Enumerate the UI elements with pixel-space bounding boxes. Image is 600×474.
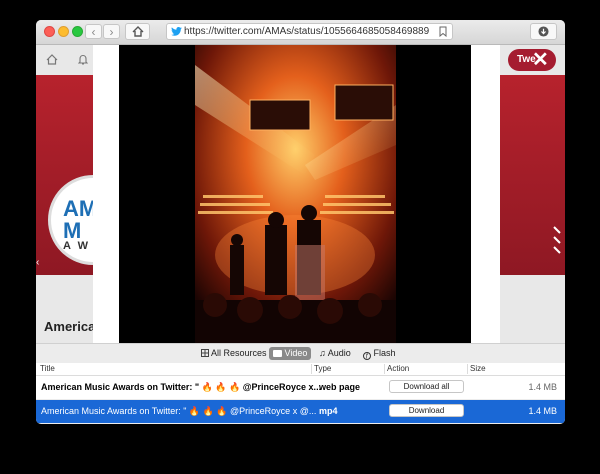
ama-logo-subtext: A W <box>63 240 90 252</box>
column-divider <box>384 364 385 374</box>
title-bar: ‹ › https://twitter.com/AMAs/status/1055… <box>36 20 565 45</box>
bookmark-icon[interactable] <box>439 26 447 37</box>
row-title: American Music Awards on Twitter: " 🔥 🔥 … <box>41 382 322 392</box>
column-header-size[interactable]: Size <box>470 364 486 373</box>
forward-button[interactable]: › <box>103 24 120 39</box>
column-header-type[interactable]: Type <box>314 364 331 373</box>
flash-icon: ƒ <box>363 352 371 360</box>
download-circle-icon <box>538 26 549 37</box>
scope-label: Audio <box>327 348 351 358</box>
home-outline-icon[interactable] <box>46 54 58 65</box>
column-divider <box>311 364 312 374</box>
chevron-right-icon[interactable] <box>552 225 562 255</box>
url-text: https://twitter.com/AMAs/status/10556646… <box>184 26 430 37</box>
scope-video[interactable]: Video <box>269 347 312 360</box>
home-icon <box>132 26 143 37</box>
address-bar[interactable]: https://twitter.com/AMAs/status/10556646… <box>166 23 453 40</box>
minimize-window-button[interactable] <box>58 26 69 37</box>
page-right-background: Twe ✕ <box>500 45 565 343</box>
row-size: 1.4 MB <box>528 382 557 392</box>
scope-label: Flash <box>373 348 396 358</box>
chevron-right-icon: › <box>109 25 114 39</box>
row-title: American Music Awards on Twitter: " 🔥 🔥 … <box>41 406 317 416</box>
video-player[interactable] <box>119 45 471 343</box>
column-header-title[interactable]: Title <box>40 364 55 373</box>
column-divider <box>467 364 468 374</box>
scope-flash[interactable]: ƒ Flash <box>363 347 396 360</box>
page-left-background: AME M A W ‹ American <box>36 45 138 343</box>
home-button[interactable] <box>125 23 150 40</box>
scope-label: Video <box>284 348 308 358</box>
row-type: mp4 <box>319 406 338 416</box>
scope-all-resources[interactable]: All Resources <box>201 347 267 360</box>
close-overlay-icon[interactable]: ✕ <box>532 50 549 70</box>
scope-audio[interactable]: ♫ Audio <box>319 347 351 360</box>
scope-label: All Resources <box>211 348 267 358</box>
video-frame[interactable] <box>195 45 396 343</box>
row-type: web page <box>319 382 361 392</box>
back-button[interactable]: ‹ <box>85 24 102 39</box>
row-size: 1.4 MB <box>528 406 557 416</box>
table-header: Title Type Action Size <box>36 363 565 376</box>
table-row[interactable]: American Music Awards on Twitter: " 🔥 🔥 … <box>36 376 565 399</box>
browser-window: ‹ › https://twitter.com/AMAs/status/1055… <box>36 20 565 424</box>
table-row-selected[interactable]: American Music Awards on Twitter: " 🔥 🔥 … <box>36 400 565 423</box>
chevron-left-icon: ‹ <box>91 25 96 39</box>
concert-video-image <box>195 45 396 343</box>
downloads-button[interactable] <box>530 23 557 40</box>
download-all-button[interactable]: Download all <box>389 380 464 393</box>
video-icon <box>273 350 282 357</box>
bell-icon[interactable] <box>78 54 88 65</box>
page-content: AME M A W ‹ American Twe ✕ <box>36 45 565 343</box>
maximize-window-button[interactable] <box>72 26 83 37</box>
column-header-action[interactable]: Action <box>387 364 409 373</box>
music-note-icon: ♫ <box>319 348 326 358</box>
media-overlay <box>93 45 500 343</box>
close-window-button[interactable] <box>44 26 55 37</box>
chevron-left-icon: ‹ <box>36 257 40 268</box>
resource-type-bar: All Resources Video ♫ Audio ƒ Flash <box>36 343 565 364</box>
grid-icon <box>201 349 209 357</box>
download-button[interactable]: Download <box>389 404 464 417</box>
twitter-bird-icon <box>171 27 182 36</box>
